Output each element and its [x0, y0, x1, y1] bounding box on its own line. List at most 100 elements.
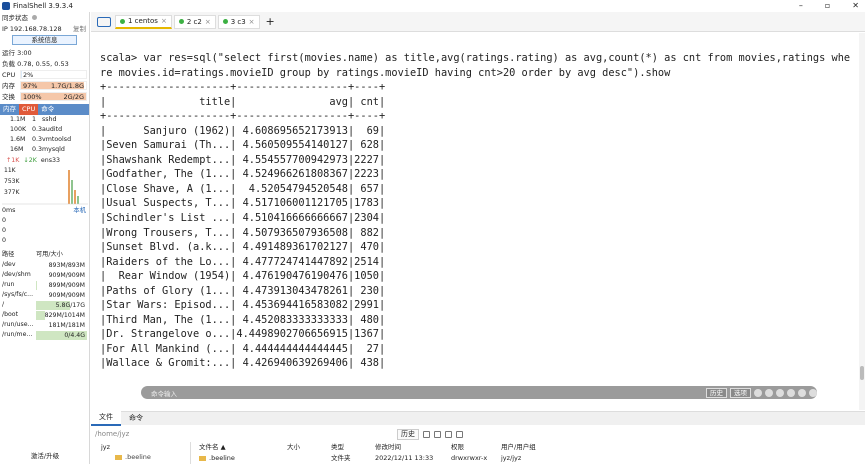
tab-centos[interactable]: 1 centos ×: [115, 14, 172, 29]
paste-icon[interactable]: [765, 388, 773, 397]
terminal-line: | Sanjuro (1962)| 4.608695652173913| 69|: [100, 124, 386, 137]
download-icon[interactable]: [456, 430, 463, 438]
command-input[interactable]: 命令输入: [151, 388, 177, 398]
process-row: 1.6M 0.3 vmtoolsd: [10, 136, 72, 143]
tab-commands[interactable]: 命令: [121, 412, 151, 425]
close-tab-icon[interactable]: ×: [205, 18, 211, 26]
network-stats: ↑1K ↓2K ens33: [0, 155, 89, 166]
col-perm[interactable]: 权限: [451, 442, 501, 452]
terminal-line: |Paths of Glory (1...| 4.473913043478261…: [100, 284, 386, 297]
settings-icon[interactable]: [787, 388, 795, 397]
upgrade-link[interactable]: 激活/升级: [0, 451, 90, 461]
process-row: 1.1M 1 sshd: [10, 116, 57, 123]
tree-root[interactable]: jyz: [101, 442, 190, 452]
terminal-line: scala> var res=sql("select first(movies.…: [100, 52, 851, 64]
terminal-line: |Seven Samurai (Th...| 4.560509554140127…: [100, 139, 386, 152]
sync-status: 同步状态: [0, 12, 89, 23]
add-tab-icon[interactable]: +: [266, 15, 275, 28]
terminal-scrollbar[interactable]: [859, 33, 865, 410]
close-icon[interactable]: [809, 388, 817, 397]
maximize-icon[interactable]: ▫: [825, 0, 830, 12]
col-owner[interactable]: 用户/用户组: [501, 442, 536, 452]
file-history-button[interactable]: 历史: [397, 428, 419, 440]
col-size[interactable]: 大小: [287, 442, 331, 452]
minimize-icon[interactable]: –: [799, 0, 803, 12]
tab-cpu[interactable]: CPU: [19, 104, 39, 115]
latency-target-link[interactable]: 本机: [73, 206, 86, 216]
swap-meter: 交换 100% 2G/2G: [0, 91, 89, 102]
disk-row: /run 899M/909M: [2, 280, 85, 290]
ip-address: IP 192.168.78.128: [2, 24, 62, 33]
terminal-line: |Dr. Strangelove o...|4.4498902706656915…: [100, 328, 386, 341]
process-tabs: 内存 CPU 命令: [0, 104, 89, 115]
disk-header: 路径 可用/大小: [2, 251, 63, 258]
disk-row: /run/use... 181M/181M: [2, 321, 85, 329]
uptime: 运行 3:00: [2, 48, 32, 57]
connected-dot-icon: [178, 19, 184, 24]
tab-memory[interactable]: 内存: [0, 104, 19, 115]
folder-icon: [115, 454, 122, 460]
up-dir-icon[interactable]: [434, 430, 441, 438]
close-tab-icon[interactable]: ×: [161, 17, 167, 25]
col-mtime[interactable]: 修改时间: [375, 442, 451, 452]
tab-c3[interactable]: 3 c3 ×: [217, 14, 260, 29]
terminal-output[interactable]: scala> var res=sql("select first(movies.…: [91, 33, 859, 410]
network-interface-select[interactable]: ens33: [41, 156, 60, 166]
options-button[interactable]: 选项: [730, 387, 751, 398]
scroll-down-icon[interactable]: [798, 388, 806, 397]
upload-rate: ↑1K: [6, 156, 20, 164]
scrollbar-thumb[interactable]: [860, 366, 864, 380]
connected-dot-icon: [120, 18, 125, 24]
connected-dot-icon: [222, 19, 228, 24]
col-type[interactable]: 类型: [331, 442, 375, 452]
terminal-line: re movies.id=ratings.movieID group by ra…: [100, 66, 671, 79]
title-bar: FinalShell 3.9.3.4 – ▫ ✕: [0, 0, 865, 12]
terminal-line: | title| avg| cnt|: [100, 95, 386, 108]
app-logo-icon: [2, 2, 10, 10]
memory-meter: 内存 97% 1.7G/1.8G: [0, 80, 89, 91]
close-icon[interactable]: ✕: [852, 0, 859, 12]
folder-icon: [199, 455, 206, 461]
process-row: 16M 0.3 mysqld: [10, 146, 65, 153]
file-table-header: 文件名 ▲ 大小 类型 修改时间 权限 用户/用户组: [199, 442, 536, 452]
command-input-bar[interactable]: 命令输入 历史 选项: [141, 386, 817, 399]
load-average: 负载 0.78, 0.55, 0.53: [2, 59, 69, 68]
latency-value: 0: [2, 237, 7, 244]
file-row[interactable]: .beeline 文件夹 2022/12/11 13:33 drwxrwxr-x…: [199, 453, 521, 463]
bottom-tabs: 文件 命令: [91, 411, 865, 426]
disk-row: /5.8G/17G: [2, 300, 85, 310]
disk-row: /dev/shm 909M/909M: [2, 271, 85, 279]
terminal-line: |Schindler's List ...| 4.510416666666667…: [100, 212, 386, 225]
terminal-line: +--------------------+------------------…: [100, 110, 386, 123]
file-path-input[interactable]: /home/jyz: [91, 430, 391, 438]
search-icon[interactable]: [776, 388, 784, 397]
col-name[interactable]: 文件名 ▲: [199, 442, 287, 452]
terminal-line: |Star Wars: Episod...| 4.453694416583082…: [100, 299, 386, 312]
disk-row: /run/me... 0/4.4G: [2, 330, 87, 340]
disk-row: /sys/fs/c... 909M/909M: [2, 291, 85, 299]
app-title: FinalShell 3.9.3.4: [13, 2, 73, 10]
close-tab-icon[interactable]: ×: [249, 18, 255, 26]
tab-command[interactable]: 命令: [38, 104, 57, 115]
copy-ip-link[interactable]: 复制: [73, 24, 86, 34]
terminal-line: |Wrong Trousers, T...| 4.507936507936508…: [100, 226, 386, 239]
download-rate: ↓2K: [23, 156, 37, 164]
tree-child[interactable]: .beeline: [101, 452, 190, 462]
copy-icon[interactable]: [754, 388, 762, 397]
tab-c2[interactable]: 2 c2 ×: [173, 14, 216, 29]
upload-icon[interactable]: [445, 430, 452, 438]
history-button[interactable]: 历史: [706, 387, 727, 398]
sidebar: 同步状态 IP 192.168.78.128 复制 系统信息 运行 3:00 负载…: [0, 12, 90, 464]
system-info-button[interactable]: 系统信息: [12, 35, 77, 45]
latency-value: 0: [2, 217, 7, 224]
disk-row: /boot 829M/1014M: [2, 310, 85, 320]
cpu-meter: CPU 2%: [0, 69, 89, 80]
network-graph: 11K 753K 377K: [2, 166, 88, 206]
terminal-line: |Sunset Blvd. (a.k...| 4.491489361702127…: [100, 241, 386, 254]
folder-icon[interactable]: [97, 16, 111, 27]
refresh-icon[interactable]: [423, 430, 430, 438]
terminal-line: +--------------------+------------------…: [100, 81, 386, 94]
tab-files[interactable]: 文件: [91, 411, 121, 426]
process-row: 100K 0.3 auditd: [10, 126, 63, 133]
terminal-line: |Third Man, The (1...| 4.452083333333333…: [100, 313, 386, 326]
